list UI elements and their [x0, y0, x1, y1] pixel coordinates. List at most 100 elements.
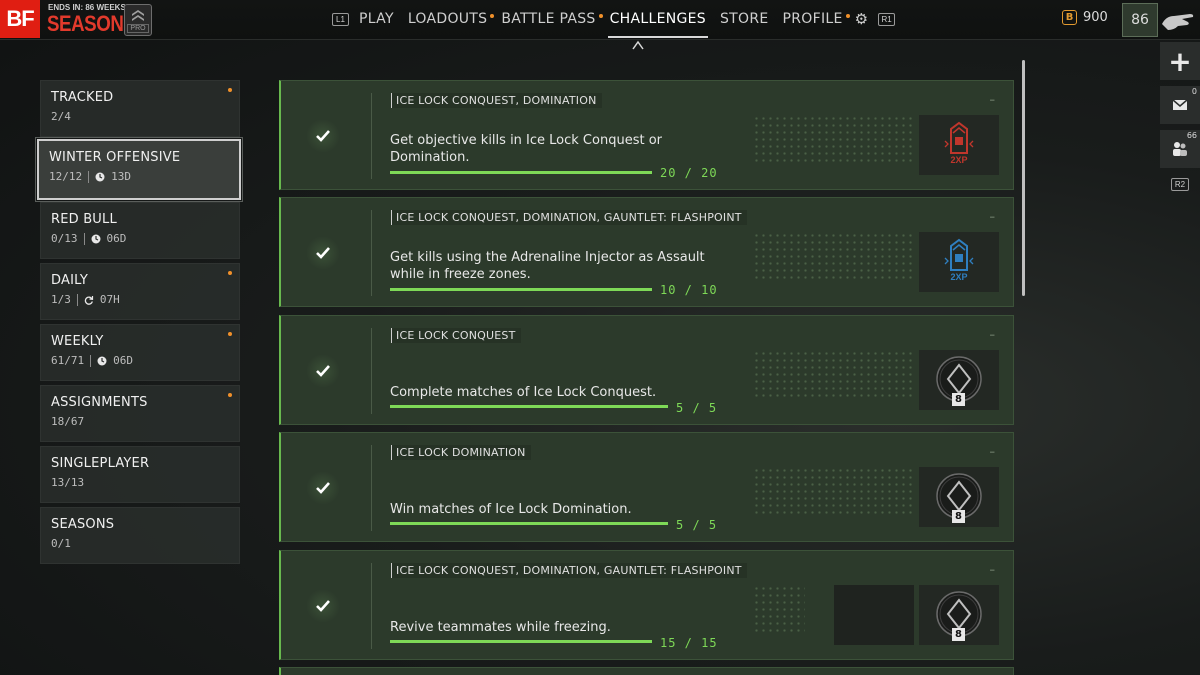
- challenge-list-scrollbar[interactable]: [1022, 60, 1025, 296]
- refresh-icon: [84, 295, 93, 305]
- category-title: RED BULL: [51, 212, 117, 227]
- meta-separator: [88, 170, 90, 183]
- challenge-card-partial[interactable]: [279, 667, 1014, 675]
- notification-dot: [845, 14, 850, 18]
- card-divider: [371, 93, 372, 179]
- nav-play-label: PLAY: [359, 11, 394, 27]
- completed-check-badge: [306, 354, 340, 388]
- player-level[interactable]: 86: [1122, 3, 1158, 37]
- r1-hint-icon: R1: [878, 12, 896, 26]
- friends-button[interactable]: 66: [1160, 130, 1200, 168]
- category-meta: 12/12 13D: [49, 170, 229, 183]
- challenge-mode-tags: ICE LOCK CONQUEST: [391, 328, 521, 343]
- card-menu-dash: –: [989, 93, 996, 106]
- pro-badge[interactable]: PRO: [124, 4, 152, 36]
- category-progress: 0/1: [51, 537, 71, 550]
- currency-display[interactable]: B 900: [1062, 10, 1108, 25]
- reward-tile[interactable]: 2XP: [919, 115, 999, 175]
- player-avatar-icon[interactable]: [1160, 4, 1196, 36]
- category-title: SINGLEPLAYER: [51, 456, 150, 471]
- 2xp-red-token-icon: 2XP: [944, 121, 974, 165]
- challenge-progress-bar: [390, 522, 668, 525]
- challenge-card[interactable]: ICE LOCK CONQUEST – Complete matches of Ic…: [279, 315, 1014, 425]
- 2xp-blue-token-icon: 2XP: [944, 238, 974, 282]
- nav-profile-label: PROFILE: [782, 11, 843, 27]
- reward-quantity: 8: [952, 510, 965, 523]
- challenge-mode-tags: ICE LOCK CONQUEST, DOMINATION, GAUNTLET:…: [391, 563, 747, 578]
- category-timer: 06D: [106, 232, 127, 245]
- settings-gear-icon[interactable]: ⚙: [855, 10, 868, 28]
- challenge-progress-bar: [390, 171, 652, 174]
- checkmark-icon: [316, 482, 330, 494]
- challenge-progress-bar: [390, 640, 652, 643]
- challenge-card[interactable]: ICE LOCK CONQUEST, DOMINATION – Get object…: [279, 80, 1014, 190]
- reward-quantity: 8: [952, 393, 965, 406]
- challenge-progress-bar: [390, 288, 652, 291]
- r2-hint-icon: R2: [1171, 178, 1189, 191]
- category-title: TRACKED: [51, 90, 114, 105]
- nav-play[interactable]: PLAY: [359, 0, 394, 38]
- mail-icon: [1172, 99, 1188, 110]
- notification-dot: [228, 271, 232, 275]
- category-assignments[interactable]: ASSIGNMENTS 18/67: [40, 385, 240, 442]
- card-divider: [371, 445, 372, 531]
- category-timer: 13D: [111, 170, 131, 183]
- category-meta: 0/1: [51, 537, 229, 550]
- reward-tile[interactable]: 8: [919, 350, 999, 410]
- card-menu-dash: –: [989, 328, 996, 341]
- clock-icon: [95, 172, 105, 181]
- nav-battle-pass-label: BATTLE PASS: [501, 11, 596, 27]
- challenge-card[interactable]: ICE LOCK CONQUEST, DOMINATION, GAUNTLET:…: [279, 197, 1014, 307]
- card-menu-dash: –: [989, 563, 996, 576]
- rank-chevron-icon: [132, 10, 144, 21]
- nav-loadouts[interactable]: LOADOUTS: [407, 0, 495, 38]
- card-menu-dash: –: [989, 210, 996, 223]
- category-red-bull[interactable]: RED BULL 0/13 06D: [40, 202, 240, 259]
- category-progress: 12/12: [49, 170, 83, 183]
- nav-store-label: STORE: [720, 11, 769, 27]
- main-nav: L1 PLAY LOADOUTS BATTLE PASS CHALLENGES …: [330, 0, 905, 38]
- card-divider: [371, 563, 372, 649]
- category-timer: 07H: [99, 293, 120, 306]
- category-seasons[interactable]: SEASONS 0/1: [40, 507, 240, 564]
- category-weekly[interactable]: WEEKLY 61/71 06D: [40, 324, 240, 381]
- reward-tile[interactable]: 8: [919, 585, 999, 645]
- category-progress: 1/3: [51, 293, 71, 306]
- checkmark-icon: [316, 365, 330, 377]
- decorative-dot-grid: [753, 232, 913, 280]
- completed-check-badge: [306, 236, 340, 270]
- challenge-mode-tags: ICE LOCK CONQUEST, DOMINATION: [391, 93, 602, 108]
- nav-challenges[interactable]: CHALLENGES: [607, 0, 709, 38]
- category-tracked[interactable]: TRACKED 2/4: [40, 80, 240, 137]
- reward-tile[interactable]: 8: [919, 467, 999, 527]
- active-tab-caret-icon: [632, 40, 644, 50]
- category-progress: 18/67: [51, 415, 85, 428]
- challenge-progress-text: 5 / 5: [676, 401, 718, 415]
- category-meta: 2/4: [51, 110, 229, 123]
- add-friend-button[interactable]: +: [1160, 42, 1200, 80]
- inbox-button[interactable]: 0: [1160, 86, 1200, 124]
- completed-check-badge: [306, 471, 340, 505]
- challenge-description: Revive teammates while freezing.: [390, 620, 611, 635]
- notification-dot: [598, 14, 603, 18]
- nav-store[interactable]: STORE: [720, 0, 769, 38]
- nav-profile[interactable]: PROFILE: [782, 0, 850, 38]
- reward-quantity: 8: [952, 628, 965, 641]
- challenge-mode-tags: ICE LOCK CONQUEST, DOMINATION, GAUNTLET:…: [391, 210, 747, 225]
- challenge-card[interactable]: ICE LOCK CONQUEST, DOMINATION, GAUNTLET:…: [279, 550, 1014, 660]
- clock-icon: [91, 234, 100, 243]
- challenge-card[interactable]: ICE LOCK DOMINATION – Win matches of Ice L…: [279, 432, 1014, 542]
- category-meta: 18/67: [51, 415, 229, 428]
- nav-battle-pass[interactable]: BATTLE PASS: [501, 0, 603, 38]
- nav-loadouts-label: LOADOUTS: [407, 11, 488, 27]
- reward-tile[interactable]: 2XP: [919, 232, 999, 292]
- category-daily[interactable]: DAILY 1/3 07H: [40, 263, 240, 320]
- checkmark-icon: [316, 600, 330, 612]
- category-winter-offensive[interactable]: WINTER OFFENSIVE 12/12 13D: [35, 137, 243, 202]
- dark-card-icon[interactable]: [834, 585, 914, 645]
- friends-count: 66: [1186, 131, 1197, 140]
- category-singleplayer[interactable]: SINGLEPLAYER 13/13: [40, 446, 240, 503]
- category-progress: 0/13: [51, 232, 78, 245]
- card-menu-dash: –: [989, 445, 996, 458]
- pro-label: PRO: [127, 24, 149, 33]
